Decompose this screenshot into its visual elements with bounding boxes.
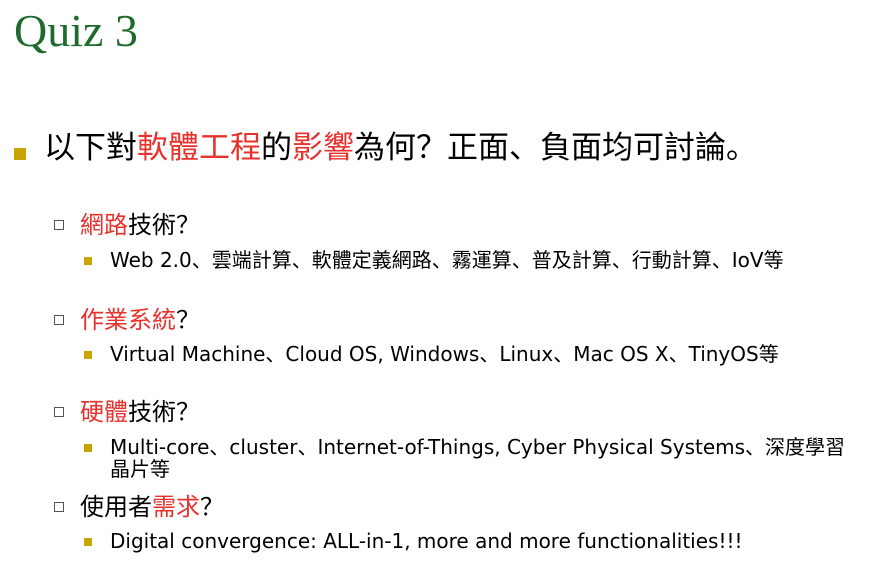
section-network: 網路 技術？: [54, 210, 200, 240]
detail-text: Digital convergence: ALL-in-1, more and …: [110, 529, 743, 553]
question-suffix: 為何？正面、負面均可討論。: [354, 130, 757, 166]
square-bullet-icon: [14, 148, 26, 160]
section-network-rest: 技術？: [128, 211, 200, 239]
square-bullet-icon: [84, 538, 92, 546]
hollow-square-bullet-icon: [54, 407, 64, 417]
square-bullet-icon: [84, 444, 92, 452]
section-os: 作業系統？: [54, 305, 200, 335]
square-bullet-icon: [84, 351, 92, 359]
question-mid: 的: [261, 130, 292, 166]
section-user-demand-rest: ？: [200, 493, 224, 521]
hollow-square-bullet-icon: [54, 220, 64, 230]
section-os-detail: Virtual Machine、Cloud OS, Windows、Linux、…: [84, 343, 854, 365]
detail-text: Virtual Machine、Cloud OS, Windows、Linux、…: [110, 342, 779, 366]
section-network-detail: Web 2.0、雲端計算、軟體定義網路、霧運算、普及計算、行動計算、IoV等: [84, 249, 854, 271]
section-user-demand-detail: Digital convergence: ALL-in-1, more and …: [84, 530, 854, 552]
highlight-impact: 影響: [292, 130, 354, 166]
section-hardware-rest: 技術？: [128, 398, 200, 426]
section-user-demand: 使用者 需求？: [54, 492, 224, 522]
main-question-text: 以下對軟體工程的影響為何？正面、負面均可討論。: [44, 132, 824, 164]
highlight-software-engineering: 軟體工程: [137, 130, 261, 166]
hollow-square-bullet-icon: [54, 502, 64, 512]
section-network-highlight: 網路: [80, 211, 128, 239]
detail-text: Web 2.0、雲端計算、軟體定義網路、霧運算、普及計算、行動計算、IoV等: [110, 248, 784, 272]
section-user-demand-highlight: 需求: [152, 493, 200, 521]
square-bullet-icon: [84, 257, 92, 265]
detail-text: Multi-core、cluster、Internet-of-Things, C…: [110, 435, 846, 481]
section-os-highlight: 作業系統: [80, 306, 176, 334]
section-hardware-highlight: 硬體: [80, 398, 128, 426]
section-user-demand-pre: 使用者: [80, 493, 152, 521]
question-prefix: 以下對: [44, 130, 137, 166]
section-hardware: 硬體 技術？: [54, 397, 200, 427]
section-os-rest: ？: [176, 306, 200, 334]
main-question: 以下對軟體工程的影響為何？正面、負面均可討論。: [14, 132, 864, 164]
hollow-square-bullet-icon: [54, 315, 64, 325]
slide-title: Quiz 3: [14, 5, 138, 56]
section-hardware-detail: Multi-core、cluster、Internet-of-Things, C…: [84, 436, 854, 480]
